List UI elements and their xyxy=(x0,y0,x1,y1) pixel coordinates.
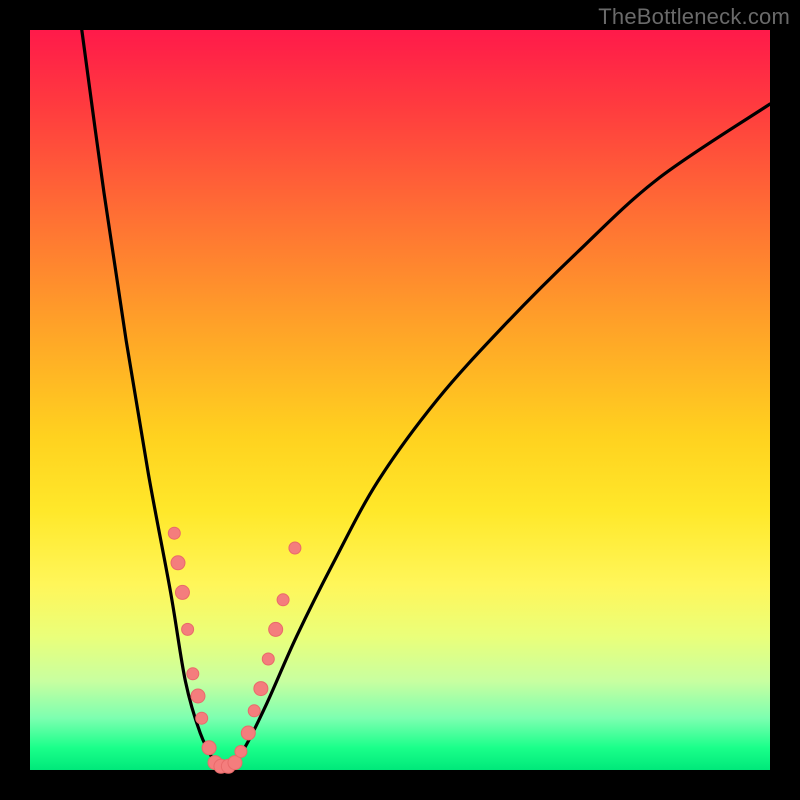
curve-svg xyxy=(30,30,770,770)
data-markers xyxy=(168,527,301,773)
data-marker xyxy=(241,726,255,740)
data-marker xyxy=(187,668,199,680)
data-marker xyxy=(248,705,260,717)
data-marker xyxy=(269,622,283,636)
data-marker xyxy=(262,653,274,665)
data-marker xyxy=(254,682,268,696)
data-marker xyxy=(175,585,189,599)
data-marker xyxy=(171,556,185,570)
bottleneck-curve xyxy=(82,30,770,770)
plot-area xyxy=(30,30,770,770)
data-marker xyxy=(191,689,205,703)
data-marker xyxy=(277,594,289,606)
data-marker xyxy=(182,623,194,635)
data-marker xyxy=(235,746,247,758)
data-marker xyxy=(289,542,301,554)
data-marker xyxy=(168,527,180,539)
chart-frame: TheBottleneck.com xyxy=(0,0,800,800)
watermark-text: TheBottleneck.com xyxy=(598,4,790,30)
data-marker xyxy=(202,741,216,755)
data-marker xyxy=(196,712,208,724)
